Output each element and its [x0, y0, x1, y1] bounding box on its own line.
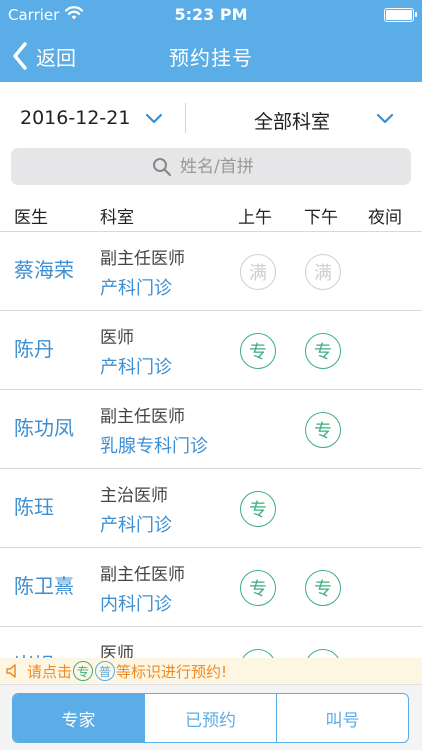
afternoon-full-badge: 满 — [305, 254, 341, 290]
doctor-row[interactable]: 陈珏 主治医师 产科门诊 专 — [0, 469, 422, 548]
table-header: 医生 科室 上午 下午 夜间 — [0, 196, 422, 232]
doctor-department: 产科门诊 — [100, 515, 172, 536]
search-bar[interactable] — [11, 148, 411, 185]
expert-mark-icon: 专 — [73, 661, 94, 681]
doctor-title: 主治医师 — [100, 486, 168, 506]
morning-expert-button[interactable]: 专 — [240, 570, 276, 606]
tab-bar: 专家 已预约 叫号 — [0, 684, 422, 750]
speaker-icon — [6, 664, 16, 678]
doctor-row[interactable]: 陈功凤 副主任医师 乳腺专科门诊 专 — [0, 390, 422, 469]
search-icon — [153, 157, 172, 176]
header-department: 科室 — [100, 208, 134, 228]
doctor-name: 陈珏 — [14, 495, 54, 519]
doctor-row[interactable]: 陈卫熹 副主任医师 内科门诊 专 专 — [0, 548, 422, 627]
hint-suffix: 等标识进行预约! — [116, 662, 228, 681]
header-night: 夜间 — [368, 208, 402, 228]
header-afternoon: 下午 — [304, 208, 338, 228]
afternoon-expert-button[interactable]: 专 — [305, 333, 341, 369]
doctor-title: 医师 — [100, 644, 134, 658]
date-selector[interactable]: 2016-12-21 — [20, 107, 130, 129]
hint-prefix: 请点击 — [27, 662, 73, 681]
filter-bar: 2016-12-21 全部科室 — [0, 95, 422, 143]
doctor-list[interactable]: 蔡海荣 副主任医师 产科门诊 满 满 陈丹 医师 产科门诊 专 专 陈功凤 副主… — [0, 232, 422, 658]
booking-hint: 请点击 专 普 等标识进行预约! — [0, 658, 422, 684]
department-selector[interactable]: 全部科室 — [254, 107, 330, 134]
page-title: 预约挂号 — [169, 46, 253, 70]
doctor-department: 乳腺专科门诊 — [100, 436, 208, 457]
tab-expert[interactable]: 专家 — [13, 694, 145, 742]
segmented-control: 专家 已预约 叫号 — [12, 693, 409, 743]
morning-expert-button[interactable]: 专 — [240, 649, 276, 658]
status-bar: Carrier 5:23 PM — [0, 0, 422, 30]
doctor-department: 产科门诊 — [100, 278, 172, 299]
morning-expert-button[interactable]: 专 — [240, 491, 276, 527]
normal-mark-icon: 普 — [95, 661, 116, 681]
doctor-name: 崔娟 — [14, 649, 54, 658]
doctor-title: 副主任医师 — [100, 407, 185, 427]
doctor-department: 产科门诊 — [100, 357, 172, 378]
doctor-name: 陈功凤 — [14, 416, 74, 440]
tab-booked[interactable]: 已预约 — [145, 694, 277, 742]
header-doctor: 医生 — [14, 208, 48, 228]
doctor-title: 副主任医师 — [100, 565, 185, 585]
chevron-down-icon[interactable] — [145, 113, 163, 125]
doctor-name: 陈丹 — [14, 337, 54, 361]
header-morning: 上午 — [238, 208, 272, 228]
tab-queue[interactable]: 叫号 — [277, 694, 408, 742]
doctor-row[interactable]: 陈丹 医师 产科门诊 专 专 — [0, 311, 422, 390]
chevron-down-icon[interactable] — [376, 113, 394, 125]
doctor-row[interactable]: 崔娟 医师 专 专 — [0, 627, 422, 658]
doctor-title: 副主任医师 — [100, 249, 185, 269]
doctor-name: 蔡海荣 — [14, 258, 74, 282]
morning-full-badge: 满 — [240, 254, 276, 290]
doctor-name: 陈卫熹 — [14, 574, 74, 598]
afternoon-expert-button[interactable]: 专 — [305, 412, 341, 448]
search-input[interactable] — [180, 156, 270, 177]
afternoon-expert-button[interactable]: 专 — [305, 649, 341, 658]
navigation-bar: 返回 预约挂号 — [0, 30, 422, 82]
doctor-row[interactable]: 蔡海荣 副主任医师 产科门诊 满 满 — [0, 232, 422, 311]
doctor-department: 内科门诊 — [100, 594, 172, 615]
filter-divider — [185, 103, 186, 133]
afternoon-expert-button[interactable]: 专 — [305, 570, 341, 606]
doctor-title: 医师 — [100, 328, 134, 348]
battery-icon — [384, 8, 417, 22]
morning-expert-button[interactable]: 专 — [240, 333, 276, 369]
clock: 5:23 PM — [174, 5, 248, 24]
